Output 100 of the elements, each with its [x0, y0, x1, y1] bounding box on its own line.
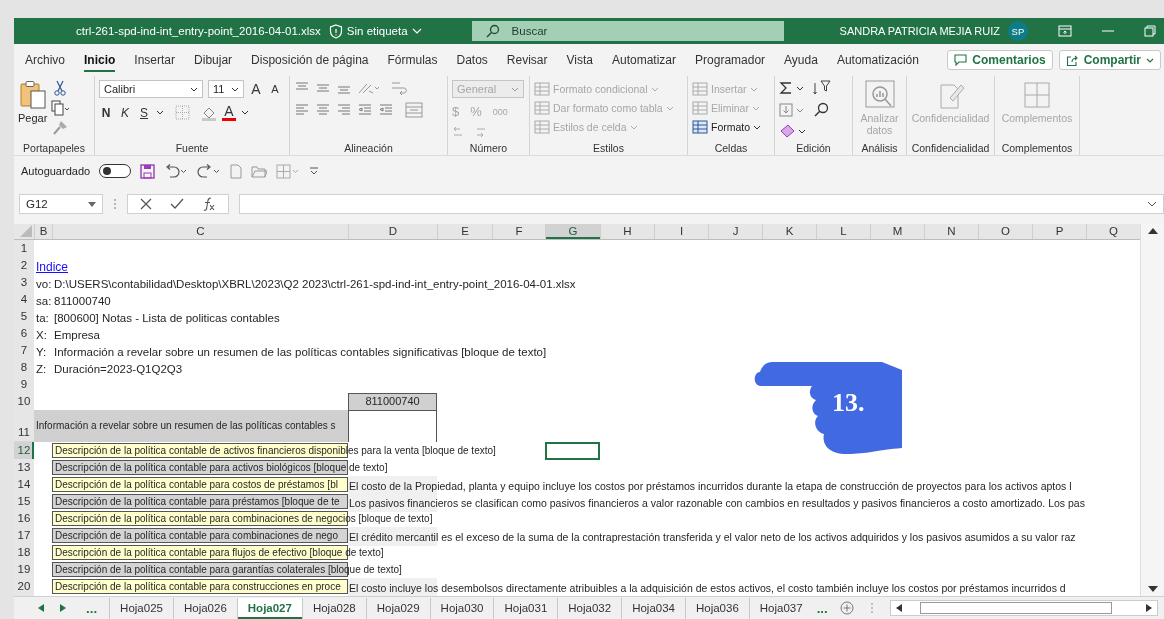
align-icon[interactable] — [294, 103, 310, 117]
cells-button[interactable]: Formato — [692, 118, 762, 136]
borders-icon[interactable] — [175, 105, 190, 120]
column-header[interactable]: B — [34, 224, 52, 239]
ribbon-tab[interactable]: Archivo — [25, 48, 65, 72]
increase-font-size-button[interactable]: A — [249, 81, 263, 97]
vertical-align-icon[interactable] — [315, 81, 331, 95]
user-avatar[interactable]: SP — [1007, 21, 1028, 41]
ribbon-tab[interactable]: Fórmulas — [387, 48, 438, 72]
splitter-icon[interactable] — [869, 602, 874, 614]
align-icon[interactable] — [336, 103, 352, 117]
column-header[interactable]: I — [654, 224, 708, 239]
row-number[interactable]: 13 — [14, 459, 34, 477]
font-name-field[interactable]: Calibri — [99, 80, 203, 98]
more-sheets-button[interactable]: ... — [812, 600, 832, 616]
column-header[interactable]: L — [816, 224, 870, 239]
font-color-button[interactable]: A — [222, 104, 236, 121]
cancel-icon[interactable] — [140, 198, 152, 210]
wrap-text-icon[interactable] — [390, 80, 408, 96]
column-header[interactable]: J — [708, 224, 762, 239]
decrease-font-size-button[interactable]: A — [268, 83, 282, 95]
align-icon[interactable] — [357, 103, 373, 117]
checkmark-icon[interactable] — [170, 198, 184, 210]
ribbon-tab[interactable]: Inicio — [84, 48, 116, 72]
sheet-tab[interactable]: Hoja025 — [109, 597, 173, 619]
minimize-icon[interactable] — [1101, 30, 1114, 32]
horizontal-scrollbar[interactable] — [889, 600, 1158, 616]
align-icon[interactable] — [378, 103, 394, 117]
row-number[interactable]: 1 — [14, 240, 34, 258]
sheet-tab[interactable]: Hoja030 — [429, 597, 494, 619]
sum-icon[interactable] — [779, 81, 793, 95]
italic-button[interactable]: K — [118, 105, 132, 120]
previous-sheet-icon[interactable] — [38, 604, 44, 612]
vertical-scrollbar[interactable] — [1140, 224, 1164, 596]
search-field[interactable]: Buscar — [471, 21, 784, 41]
redo-icon[interactable] — [197, 163, 222, 179]
row-number[interactable]: 16 — [14, 510, 34, 528]
search-icon[interactable] — [813, 102, 829, 118]
new-document-icon[interactable] — [230, 163, 243, 179]
scroll-down-icon[interactable] — [1147, 586, 1158, 592]
formula-input[interactable] — [239, 194, 1164, 214]
eraser-icon[interactable] — [779, 124, 795, 138]
ribbon-tab[interactable]: Automatizar — [612, 48, 677, 72]
next-sheet-icon[interactable] — [60, 604, 66, 612]
sheet-tab[interactable]: Hoja029 — [365, 597, 430, 619]
column-header[interactable]: P — [1032, 224, 1086, 239]
index-link[interactable]: Indice — [34, 259, 69, 276]
scroll-right-icon[interactable] — [1146, 604, 1152, 612]
ribbon-tab[interactable]: Datos — [456, 48, 488, 72]
ribbon-tab[interactable]: Dibujar — [194, 48, 233, 72]
align-icon[interactable] — [315, 103, 331, 117]
ribbon-display-icon[interactable] — [1057, 25, 1072, 37]
ribbon-tab[interactable]: Insertar — [134, 48, 176, 72]
row-number[interactable]: 18 — [14, 544, 34, 562]
sheet-tab[interactable]: Hoja032 — [557, 597, 622, 619]
scissors-icon[interactable] — [53, 80, 68, 96]
name-box[interactable]: G12 — [19, 194, 103, 214]
row-number[interactable]: 19 — [14, 561, 34, 579]
column-header[interactable]: C — [52, 224, 348, 239]
row-number[interactable]: 20 — [14, 578, 34, 596]
add-sheet-icon[interactable] — [839, 601, 854, 615]
format-painter-icon[interactable] — [52, 120, 69, 136]
save-icon[interactable] — [140, 163, 156, 179]
comments-button[interactable]: Comentarios — [947, 50, 1053, 70]
ribbon-tab[interactable]: Revisar — [506, 48, 548, 72]
row-number[interactable]: 12 — [14, 442, 34, 460]
column-header[interactable]: H — [600, 224, 654, 239]
autosave-toggle[interactable] — [99, 164, 132, 178]
sort-filter-icon[interactable] — [813, 80, 831, 96]
caret-icon[interactable] — [156, 110, 164, 115]
column-header[interactable]: D — [348, 224, 437, 239]
merge-cells-icon[interactable] — [405, 102, 423, 118]
caret-icon[interactable] — [796, 85, 804, 91]
ribbon-tab[interactable]: Disposición de página — [251, 48, 369, 72]
ribbon-tab[interactable]: Ayuda — [784, 48, 818, 72]
caret-icon[interactable] — [798, 128, 806, 134]
scroll-left-icon[interactable] — [895, 604, 902, 612]
customize-toolbar-icon[interactable] — [309, 166, 320, 176]
sensitivity-label-button[interactable]: Sin etiqueta — [328, 23, 422, 39]
column-header[interactable]: N — [924, 224, 978, 239]
row-number[interactable]: 10 — [14, 393, 34, 411]
fill-down-icon[interactable] — [779, 103, 793, 117]
column-header[interactable]: E — [437, 224, 492, 239]
copy-icon[interactable] — [51, 100, 70, 116]
scroll-thumb[interactable] — [919, 602, 1112, 614]
sheet-tab[interactable]: Hoja027 — [236, 597, 302, 619]
restore-icon[interactable] — [1143, 25, 1156, 37]
column-header[interactable]: K — [762, 224, 816, 239]
underline-button[interactable]: S — [137, 105, 151, 120]
undo-icon[interactable] — [164, 163, 189, 179]
sheet-tab[interactable]: Hoja037 — [748, 597, 813, 619]
share-button[interactable]: Compartir — [1058, 50, 1161, 70]
font-size-field[interactable]: 11 — [208, 80, 244, 98]
more-sheets-button[interactable]: ... — [82, 600, 102, 616]
column-header[interactable]: G — [545, 224, 600, 239]
column-header[interactable]: O — [978, 224, 1032, 239]
bold-button[interactable]: N — [99, 105, 113, 120]
sheet-tab[interactable]: Hoja031 — [493, 597, 558, 619]
ribbon-tab[interactable]: Vista — [566, 48, 593, 72]
paste-button[interactable]: Pegar — [18, 80, 48, 124]
